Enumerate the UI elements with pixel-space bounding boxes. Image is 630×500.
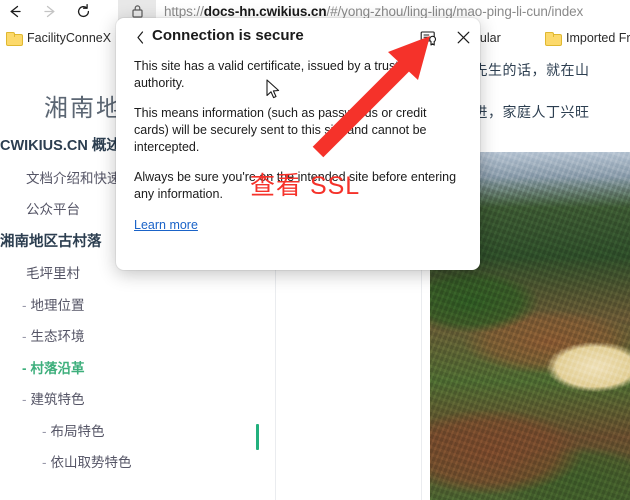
folder-icon [545,32,562,46]
bookmark-facilityconnex[interactable]: FacilityConneX [6,24,111,52]
sidebar-item-label: 毛坪里村 [26,266,80,281]
back-button[interactable] [2,0,28,22]
site-information-popup: Connection is secure This site has a val… [116,18,480,270]
bookmark-label: FacilityConneX [27,31,112,45]
dash-marker: - [42,423,47,439]
sidebar-item-mountain-features[interactable]: - 依山取势特色 [0,447,276,479]
sidebar-item-ecology[interactable]: - 生态环境 [0,321,276,353]
certificate-icon [420,30,437,46]
view-certificate-button[interactable] [416,25,442,49]
url-text[interactable]: https://docs-hn.cwikius.cn/#/yong-zhou/l… [156,4,583,19]
sidebar-item-label: 布局特色 [50,423,105,439]
sidebar-item-layout-features[interactable]: - 布局特色 [0,416,276,448]
folder-icon [6,32,23,46]
mouse-cursor [266,79,280,99]
dash-marker: - [42,455,47,470]
popup-header: Connection is secure [116,18,480,56]
arrow-left-icon [10,5,21,17]
url-scheme: https:// [164,3,204,19]
reload-icon [77,3,89,17]
sidebar-item-architecture[interactable]: - 建筑特色 [0,384,276,416]
dash-marker: - [22,360,27,376]
sidebar-item-label: 湘南地区古村落 [0,233,102,250]
sidebar-item-label: 公众平台 [26,202,80,217]
sidebar-item-label: CWIKIUS.CN 概述 [0,138,121,154]
close-icon [457,31,469,43]
page-title: 湘南地 [44,95,122,122]
sidebar-item-label: 村落沿革 [30,360,85,376]
popup-body: This site has a valid certificate, issue… [116,58,480,234]
annotation-label: 查看 SSL [250,172,361,200]
cert-validity-text: This site has a valid certificate, issue… [134,59,413,90]
bookmark-imported-from-safari[interactable]: Imported From S [545,24,630,52]
learn-more-link[interactable]: Learn more [134,218,198,232]
dash-marker: - [22,392,27,407]
popup-back-button[interactable] [128,26,152,48]
close-popup-button[interactable] [450,25,476,49]
sidebar-item-label: 地理位置 [30,297,85,313]
browser-window: 湘南地 CWIKIUS.CN 概述 文档介绍和快速链 公众平台 湘南地区古村落 … [0,0,630,500]
dash-marker: - [22,297,27,313]
sidebar-item-label: 生态环境 [30,329,85,344]
encryption-info-text: This means information (such as password… [134,106,427,154]
url-path: /#/yong-zhou/ling-ling/mao-ping-li-cun/i… [326,3,584,19]
url-domain: docs-hn.cwikius.cn [203,3,327,19]
chevron-left-icon [136,30,143,44]
arrow-right-icon [43,5,54,17]
forward-button[interactable] [36,0,62,22]
sidebar-item-village-history[interactable]: - 村落沿革 [0,353,276,385]
active-section-indicator [256,424,259,450]
bookmark-label: Imported From S [566,31,630,45]
sidebar-item-label: 建筑特色 [30,392,85,407]
sidebar-item-geography[interactable]: - 地理位置 [0,290,276,322]
reload-button[interactable] [70,0,96,22]
sidebar-item-label: 依山取势特色 [50,455,132,470]
popup-title: Connection is secure [152,27,304,44]
lock-icon [131,4,143,18]
dash-marker: - [22,329,27,344]
